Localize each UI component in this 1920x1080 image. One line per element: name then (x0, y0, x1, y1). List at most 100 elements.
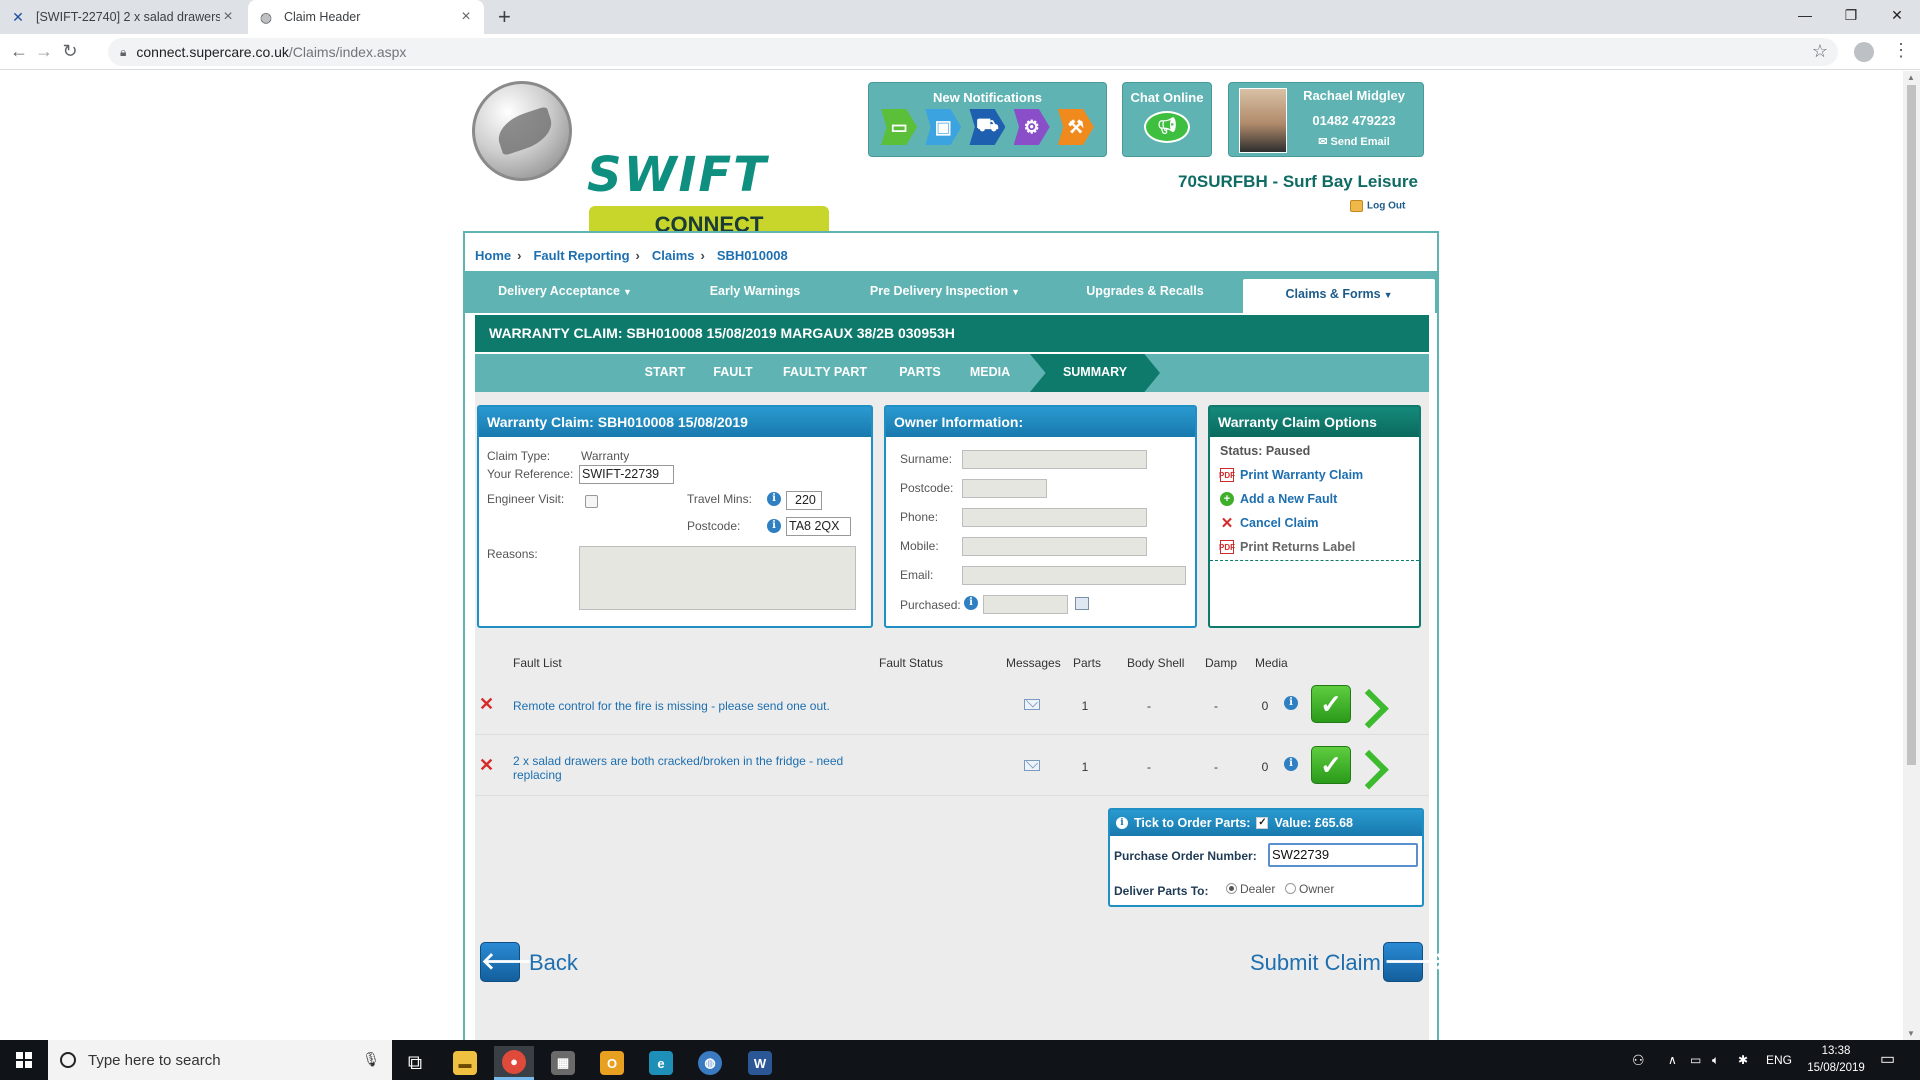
envelope-icon[interactable] (1024, 760, 1040, 771)
forward-arrow-icon[interactable]: → (33, 41, 55, 62)
step-faulty-part[interactable]: FAULTY PART (765, 354, 885, 392)
submit-claim-label[interactable]: Submit Claim (1250, 950, 1381, 976)
add-new-fault-link[interactable]: + Add a New Fault (1220, 492, 1337, 506)
reference-input[interactable]: SWIFT-22739 (579, 465, 674, 484)
people-icon[interactable]: ⚇ (1632, 1040, 1645, 1080)
chat-online-button[interactable]: Chat Online 📢︎ (1122, 82, 1212, 157)
bookmark-star-icon[interactable]: ☆ (1812, 41, 1828, 62)
close-tab-icon[interactable]: × (458, 8, 474, 26)
menu-delivery-acceptance[interactable]: Delivery Acceptance ▼ (465, 273, 665, 313)
info-icon[interactable]: i (1116, 817, 1128, 829)
chevron-right-icon[interactable] (1353, 746, 1377, 784)
order-parts-checkbox[interactable]: ✓ (1256, 817, 1269, 829)
breadcrumb-claim-id[interactable]: SBH010008 (717, 248, 788, 263)
new-tab-button[interactable]: + (498, 4, 511, 30)
send-email-link[interactable]: ✉ Send Email (1289, 135, 1419, 148)
chevron-right-icon[interactable] (1353, 685, 1377, 723)
volume-icon[interactable]: 🔈︎ (1712, 1040, 1719, 1080)
bluetooth-icon[interactable]: ✱ (1738, 1040, 1748, 1080)
fault-description-link[interactable]: Remote control for the fire is missing -… (513, 699, 853, 713)
arrow-left-icon[interactable]: 🡐 (480, 942, 545, 982)
breadcrumb-claims[interactable]: Claims (652, 248, 695, 263)
surname-field[interactable] (962, 450, 1147, 469)
swift-swallow-logo[interactable] (472, 81, 572, 181)
print-returns-label-link[interactable]: PDF Print Returns Label (1219, 540, 1355, 554)
profile-avatar-icon[interactable] (1854, 42, 1874, 62)
menu-claims-forms[interactable]: Claims & Forms ▼ (1243, 279, 1435, 313)
edge-icon[interactable]: e (641, 1046, 681, 1080)
close-window-icon[interactable]: ✕ (1874, 0, 1920, 30)
delete-fault-icon[interactable]: ✕ (479, 755, 494, 776)
info-icon[interactable]: i (964, 596, 978, 610)
task-view-icon[interactable]: ⧉ (395, 1046, 435, 1080)
envelope-icon[interactable] (1024, 699, 1040, 710)
deliver-owner-radio[interactable] (1285, 883, 1296, 894)
step-fault[interactable]: FAULT (703, 354, 763, 392)
browser-tab-claim-header[interactable]: ◍ Claim Header × (248, 0, 484, 34)
browser-tab-jira[interactable]: ✕ [SWIFT-22740] 2 x salad drawers × (0, 0, 246, 34)
back-label[interactable]: Back (529, 950, 578, 976)
breadcrumb-fault-reporting[interactable]: Fault Reporting (533, 248, 629, 263)
approve-fault-button[interactable]: ✓ (1311, 685, 1351, 723)
scroll-up-icon[interactable]: ▲ (1907, 73, 1915, 82)
info-icon[interactable]: i (767, 519, 781, 533)
maximize-icon[interactable]: ❐ (1828, 0, 1874, 30)
reasons-textarea[interactable] (579, 546, 856, 610)
language-indicator[interactable]: ENG (1766, 1040, 1792, 1080)
logout-link[interactable]: Log Out (1350, 200, 1405, 212)
cancel-claim-link[interactable]: ✕ Cancel Claim (1220, 515, 1319, 532)
delete-fault-icon[interactable]: ✕ (479, 694, 494, 715)
email-field[interactable] (962, 566, 1186, 585)
menu-pre-delivery-inspection[interactable]: Pre Delivery Inspection ▼ (845, 273, 1045, 313)
purchased-date-field[interactable] (983, 595, 1068, 614)
travel-mins-input[interactable]: 220 (786, 491, 822, 510)
menu-early-warnings[interactable]: Early Warnings (665, 273, 845, 313)
page-scrollbar[interactable]: ▲ ▼ (1903, 71, 1920, 1040)
reload-icon[interactable]: ↻ (59, 41, 81, 62)
print-warranty-claim-link[interactable]: PDF Print Warranty Claim (1219, 468, 1363, 482)
back-arrow-icon[interactable]: ← (8, 41, 30, 62)
phone-field[interactable] (962, 508, 1147, 527)
taskbar-search[interactable]: Type here to search 🎙︎ (48, 1040, 392, 1080)
breadcrumb-home[interactable]: Home (475, 248, 511, 263)
browser-menu-icon[interactable]: ⋮ (1892, 40, 1910, 61)
scroll-thumb[interactable] (1907, 85, 1916, 765)
url-field[interactable]: 🔒︎ connect.supercare.co.uk/Claims/index.… (108, 38, 1838, 66)
close-tab-icon[interactable]: × (220, 8, 236, 26)
minimize-icon[interactable]: — (1782, 0, 1828, 30)
chrome-icon[interactable]: ● (494, 1046, 534, 1080)
file-explorer-icon[interactable]: ▬ (445, 1046, 485, 1080)
deliver-dealer-radio[interactable] (1226, 883, 1237, 894)
approve-fault-button[interactable]: ✓ (1311, 746, 1351, 784)
po-number-input[interactable]: SW22739 (1268, 843, 1418, 867)
word-icon[interactable]: W (740, 1046, 780, 1080)
info-icon[interactable]: i (1284, 757, 1298, 771)
tools-icon[interactable]: ⚒ (1057, 109, 1094, 145)
action-center-icon[interactable]: ▭ (1880, 1040, 1895, 1080)
step-parts[interactable]: PARTS (885, 354, 955, 392)
engineer-visit-checkbox[interactable] (585, 495, 598, 508)
fault-description-link[interactable]: 2 x salad drawers are both cracked/broke… (513, 754, 853, 782)
swift-logo-text[interactable]: SWIFT (587, 147, 832, 203)
caravan-icon[interactable]: ▭ (881, 109, 918, 145)
system-clock[interactable]: 13:38 15/08/2019 (1806, 1043, 1866, 1077)
show-hidden-icons[interactable]: ∧ (1668, 1040, 1677, 1080)
outlook-icon[interactable]: O (592, 1046, 632, 1080)
start-button[interactable] (0, 1040, 48, 1080)
gear-icon[interactable]: ⚙ (1013, 109, 1050, 145)
scroll-down-icon[interactable]: ▼ (1907, 1029, 1915, 1038)
calendar-icon[interactable] (1075, 597, 1089, 610)
monitor-icon[interactable]: ▣ (925, 109, 962, 145)
step-media[interactable]: MEDIA (955, 354, 1025, 392)
mobile-field[interactable] (962, 537, 1147, 556)
calculator-icon[interactable]: ▦ (543, 1046, 583, 1080)
owner-postcode-field[interactable] (962, 479, 1047, 498)
network-icon[interactable]: ▭ (1690, 1040, 1701, 1080)
menu-upgrades-recalls[interactable]: Upgrades & Recalls (1045, 273, 1245, 313)
globe-icon[interactable]: ◍ (690, 1046, 730, 1080)
step-start[interactable]: START (630, 354, 700, 392)
postcode-input[interactable]: TA8 2QX (786, 517, 851, 536)
step-summary[interactable]: SUMMARY (1030, 354, 1160, 392)
info-icon[interactable]: i (1284, 696, 1298, 710)
arrow-right-icon[interactable]: 🡒 (1383, 942, 1448, 982)
